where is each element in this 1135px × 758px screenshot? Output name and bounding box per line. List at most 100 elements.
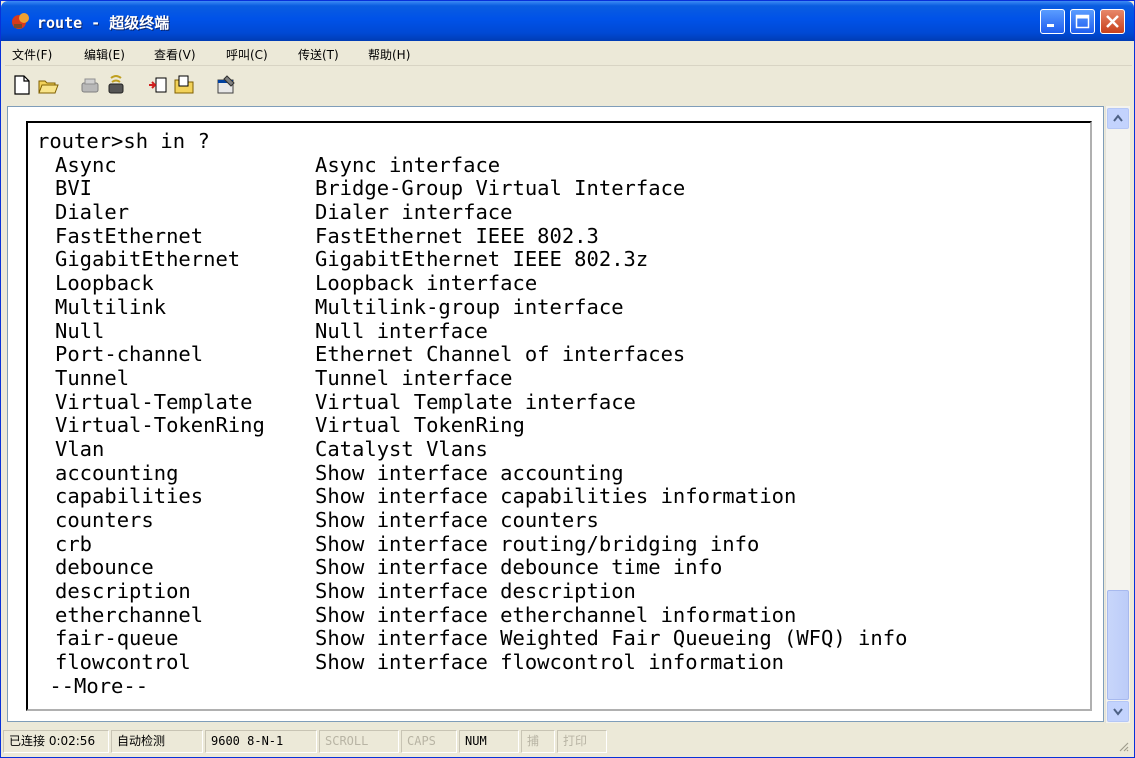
scroll-up-button[interactable]: [1107, 108, 1129, 129]
maximize-icon: [1075, 14, 1090, 29]
command-description: Null interface: [315, 318, 488, 343]
terminal-line: flowcontrol Show interface flowcontrol in…: [37, 650, 1087, 675]
resize-grip-icon[interactable]: [1116, 739, 1130, 753]
status-print: 打印: [557, 730, 607, 753]
command-description: Bridge-Group Virtual Interface: [315, 176, 686, 201]
command-keyword: BVI: [55, 176, 93, 201]
terminal-line: counters Show interface counters: [37, 508, 1087, 533]
terminal-prompt-line: router>sh in ?: [37, 129, 210, 153]
status-caps: CAPS: [401, 730, 457, 753]
menu-file[interactable]: 文件(F): [12, 46, 52, 63]
terminal-line: Virtual-Template Virtual Template interfa…: [37, 389, 1087, 415]
scroll-down-button[interactable]: [1107, 701, 1129, 722]
connect-icon[interactable]: [105, 74, 127, 96]
chevron-down-icon: [1113, 708, 1123, 716]
chevron-up-icon: [1113, 114, 1123, 122]
command-keyword: Tunnel: [55, 365, 130, 390]
send-icon[interactable]: [147, 74, 169, 96]
terminal-line: debounce Show interface debounce time inf…: [37, 556, 1087, 580]
command-description: Show interface counters: [315, 508, 599, 532]
command-description: Loopback interface: [315, 271, 538, 296]
command-description: GigabitEthernet IEEE 802.3z: [315, 247, 649, 272]
terminal-line: capabilities Show interface capabilities …: [37, 485, 1087, 509]
status-scroll: SCROLL: [319, 730, 399, 753]
command-description: Show interface flowcontrol information: [315, 650, 784, 675]
terminal-line: description Show interface description: [37, 579, 1087, 604]
status-detect: 自动检测: [111, 730, 203, 753]
terminal-line: Tunnel Tunnel interface: [37, 365, 1087, 391]
receive-icon[interactable]: [173, 74, 195, 96]
terminal-line: Multilink Multilink-group interface: [37, 294, 1087, 320]
more-prompt: --More--: [37, 673, 149, 698]
menu-bar: 文件(F) 编辑(E) 查看(V) 呼叫(C) 传送(T) 帮助(H): [5, 41, 1132, 66]
command-description: Show interface debounce time info: [315, 555, 723, 580]
command-description: Show interface routing/bridging info: [315, 531, 760, 556]
command-description: Ethernet Channel of interfaces: [315, 342, 686, 367]
vertical-scrollbar[interactable]: [1105, 106, 1130, 723]
terminal-line: accounting Show interface accounting: [37, 460, 1087, 486]
command-description: Show interface accounting: [315, 460, 624, 485]
terminal-line: FastEthernet FastEthernet IEEE 802.3: [37, 223, 1087, 249]
command-description: Dialer interface: [315, 200, 513, 225]
menu-edit[interactable]: 编辑(E): [84, 46, 125, 63]
terminal-line: Dialer Dialer interface: [37, 200, 1087, 225]
terminal-line: Vlan Catalyst Vlans: [37, 436, 1087, 462]
minimize-button[interactable]: [1040, 9, 1065, 34]
window-title: route - 超级终端: [37, 14, 170, 32]
menu-view[interactable]: 查看(V): [154, 46, 196, 63]
command-keyword: Multilink: [55, 294, 167, 319]
command-keyword: accounting: [55, 460, 179, 485]
hyperterminal-icon: [12, 13, 29, 29]
open-icon[interactable]: [37, 74, 59, 96]
status-connection-time: 已连接 0:02:56: [3, 730, 109, 753]
terminal-line: Loopback Loopback interface: [37, 271, 1087, 296]
scroll-thumb[interactable]: [1107, 590, 1129, 700]
status-capture: 捕: [521, 730, 555, 753]
menu-call[interactable]: 呼叫(C): [226, 46, 268, 63]
status-bar: 已连接 0:02:56 自动检测 9600 8-N-1 SCROLL CAPS …: [3, 728, 1132, 755]
terminal-output[interactable]: router>sh in ? Async Async interface BVI Br…: [37, 129, 1087, 706]
command-keyword: Dialer: [55, 200, 130, 225]
properties-icon[interactable]: [215, 74, 237, 96]
command-description: Show interface Weighted Fair Queueing (W…: [315, 626, 908, 651]
command-keyword: crb: [55, 531, 93, 556]
terminal-frame: router>sh in ? Async Async interface BVI Br…: [26, 121, 1092, 711]
menu-transfer[interactable]: 传送(T): [298, 46, 339, 63]
command-keyword: debounce: [55, 555, 154, 580]
command-description: Virtual TokenRing: [315, 413, 525, 438]
command-description: Tunnel interface: [315, 365, 513, 390]
command-description: Show interface etherchannel information: [315, 602, 797, 627]
terminal-line: Port-channel Ethernet Channel of interfac…: [37, 342, 1087, 367]
minimize-icon: [1047, 24, 1054, 27]
terminal-line: fair-queue Show interface Weighted Fair Q…: [37, 627, 1087, 651]
status-port-settings: 9600 8-N-1: [205, 730, 317, 753]
command-keyword: FastEthernet: [55, 223, 204, 248]
status-num: NUM: [459, 730, 519, 753]
menu-help[interactable]: 帮助(H): [368, 46, 410, 63]
hyperterminal-window: route - 超级终端 文件(F) 编辑(E) 查看(V) 呼叫(C) 传送(…: [0, 0, 1135, 758]
title-bar[interactable]: route - 超级终端: [1, 1, 1134, 41]
terminal-line: Async Async interface: [37, 152, 1087, 178]
command-keyword: Loopback: [55, 271, 154, 296]
command-keyword: counters: [55, 508, 154, 532]
command-description: Show interface description: [315, 579, 636, 604]
command-keyword: Port-channel: [55, 342, 204, 367]
command-description: Multilink-group interface: [315, 294, 624, 319]
command-keyword: etherchannel: [55, 602, 204, 627]
terminal-line: BVI Bridge-Group Virtual Interface: [37, 177, 1087, 201]
close-button[interactable]: [1100, 9, 1125, 34]
command-keyword: Null: [55, 318, 105, 343]
command-description: Show interface capabilities information: [315, 484, 797, 509]
terminal-line: Null Null interface: [37, 318, 1087, 344]
command-keyword: capabilities: [55, 484, 204, 509]
command-description: FastEthernet IEEE 802.3: [315, 223, 599, 248]
disconnect-icon[interactable]: [79, 74, 101, 96]
new-icon[interactable]: [11, 74, 33, 96]
maximize-button[interactable]: [1070, 9, 1095, 34]
command-keyword: Async: [55, 152, 117, 177]
command-keyword: GigabitEthernet: [55, 247, 241, 272]
command-keyword: fair-queue: [55, 626, 179, 651]
terminal-client-area[interactable]: router>sh in ? Async Async interface BVI Br…: [7, 106, 1104, 722]
command-description: Catalyst Vlans: [315, 436, 488, 461]
command-keyword: Virtual-Template: [55, 389, 253, 414]
